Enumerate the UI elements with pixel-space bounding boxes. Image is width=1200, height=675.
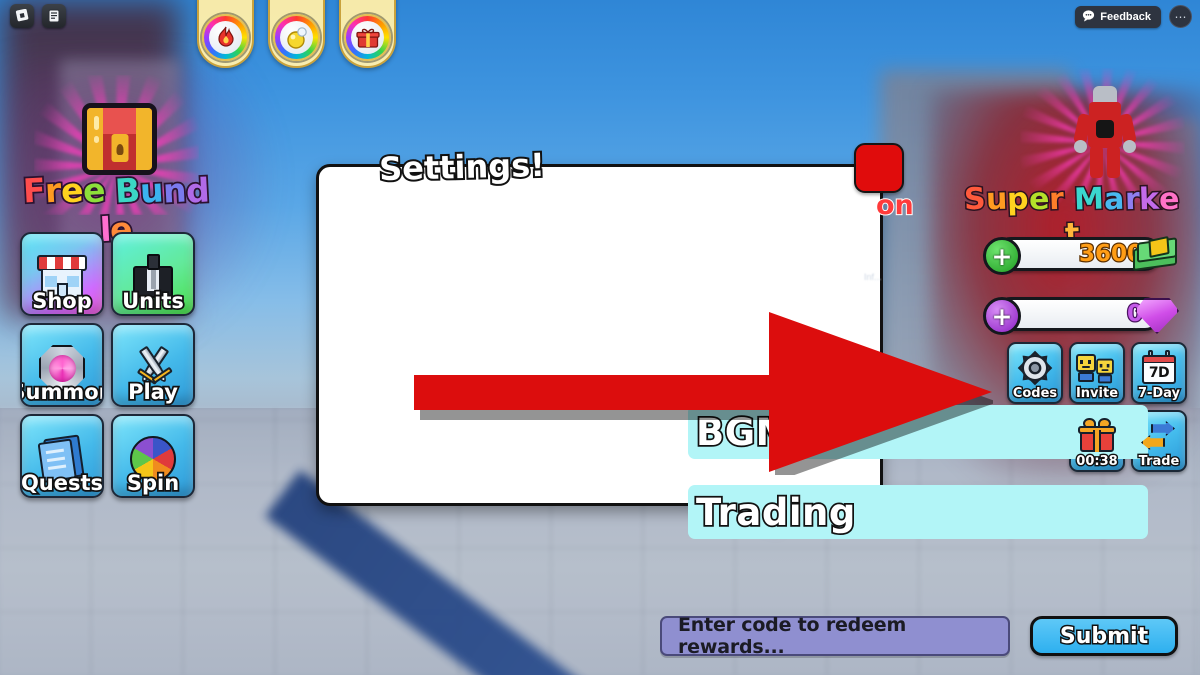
boost-pill-fire[interactable] [197,0,254,68]
money-bar[interactable]: + 3600 [983,236,1177,275]
sidebar-item-shop[interactable]: Shop [20,232,104,316]
sidebar-item-codes[interactable]: Codes [1007,342,1063,404]
roblox-menu-icon[interactable] [42,4,66,28]
more-options-icon[interactable]: ⋯ [1169,5,1192,28]
chat-bubble-icon [1082,9,1095,25]
sidebar-item-invite[interactable]: Invite [1069,342,1125,404]
submit-button[interactable]: Submit [1030,616,1178,656]
sidebar-item-trade[interactable]: Trade [1131,410,1187,472]
rainbow-ring [344,14,391,61]
rainbow-ring [273,14,320,61]
trade-arrows-icon [1133,416,1185,456]
sidebar-label-invite: Invite [1075,385,1120,402]
add-money-button[interactable]: + [983,237,1021,275]
submit-label: Submit [1058,622,1149,650]
page-title: Settings! [377,144,548,190]
game-screen: Feedback ⋯ Free Bundle Shop Units ummo P… [0,0,1200,675]
character-showcase [1020,68,1185,203]
code-input-placeholder: Enter code to redeem rewards... [678,614,907,658]
sidebar-item-quests[interactable]: Quests [20,414,104,498]
gear-icon [1009,348,1061,388]
sidebar-label-quests: Quests [20,469,104,496]
code-input[interactable]: Enter code to redeem rewards... [660,614,1010,658]
rainbow-ring [202,14,249,61]
instruction-arrow [408,290,998,482]
potion-icon [280,21,313,54]
topbar-right: Feedback ⋯ [1075,5,1192,28]
sidebar-label-trade: Trade [1137,453,1181,470]
friends-icon [1071,348,1123,388]
calendar-badge: 7D [1148,364,1170,381]
roblox-logo-icon[interactable] [10,4,34,28]
gift-icon [351,21,384,54]
setting-row-trading[interactable]: Trading [688,485,1148,539]
free-bundle-promo[interactable]: Free Bundle [20,75,212,251]
sidebar-item-timed-gift[interactable]: 00:38 [1069,410,1125,472]
sidebar-label-seven-day: 7-Day [1137,385,1182,402]
fire-icon [209,21,242,54]
sidebar-label-shop: Shop [30,287,93,314]
obscured-panel-text: on [875,189,915,222]
sidebar-item-play[interactable]: Play [111,323,195,407]
character-avatar [1073,86,1137,181]
sidebar-item-spin[interactable]: Spin [111,414,195,498]
setting-label-trading: Trading [694,489,857,536]
left-menu-grid: Shop Units Summon Play [20,232,195,498]
boost-pill-potion[interactable] [268,0,325,68]
sidebar-item-seven-day[interactable]: 7D 7-Day [1131,342,1187,404]
treasure-chest-icon [82,103,157,175]
sidebar-label-play: Play [126,378,179,405]
gem-bar[interactable]: + 0 [983,297,1179,335]
blurred-username: Inf... [864,272,882,282]
boost-pill-gift[interactable] [339,0,396,68]
roblox-topbar [10,4,66,28]
sidebar-item-units[interactable]: Units [111,232,195,316]
cash-stack-icon [1133,236,1181,274]
feedback-label: Feedback [1100,10,1151,23]
feedback-button[interactable]: Feedback [1075,5,1161,28]
gift-timer-label: 00:38 [1075,453,1119,470]
close-button[interactable] [854,143,904,193]
sidebar-item-summon[interactable]: Summon [20,323,104,407]
boost-pills [197,0,396,68]
calendar-icon: 7D [1133,348,1185,388]
sidebar-label-codes: Codes [1011,385,1058,402]
gift-icon [1071,416,1123,456]
sidebar-label-units: Units [120,287,185,314]
sidebar-label-spin: Spin [125,469,181,496]
sidebar-label-summon: Summon [22,378,102,405]
